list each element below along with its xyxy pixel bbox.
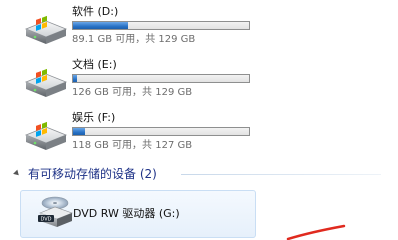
dvd-drive-g[interactable]: DVD DVD RW 驱动器 (G:) bbox=[20, 190, 256, 238]
capacity-bar-fill bbox=[73, 75, 77, 82]
dvd-drive-icon: DVD bbox=[38, 196, 73, 227]
drive-stats: 89.1 GB 可用，共 129 GB bbox=[72, 34, 196, 45]
drive-name: 文档 (E:) bbox=[72, 58, 117, 71]
capacity-bar bbox=[72, 74, 250, 83]
capacity-bar-fill bbox=[73, 22, 128, 29]
collapse-arrow-icon[interactable] bbox=[13, 169, 21, 178]
capacity-bar-fill bbox=[73, 128, 86, 135]
group-title: 有可移动存储的设备 (2) bbox=[28, 167, 157, 181]
drive-e[interactable]: 文档 (E:) 126 GB 可用，共 129 GB bbox=[0, 58, 398, 108]
hard-drive-icon bbox=[24, 15, 68, 44]
drive-name: DVD RW 驱动器 (G:) bbox=[73, 207, 180, 220]
capacity-bar bbox=[72, 21, 250, 30]
red-annotation-stroke bbox=[286, 224, 346, 240]
hard-drive-icon bbox=[24, 68, 68, 97]
drive-stats: 118 GB 可用，共 127 GB bbox=[72, 140, 193, 151]
removable-storage-group-header[interactable]: 有可移动存储的设备 (2) bbox=[0, 165, 398, 185]
drive-name: 软件 (D:) bbox=[72, 5, 119, 18]
drive-f[interactable]: 娱乐 (F:) 118 GB 可用，共 127 GB bbox=[0, 111, 398, 161]
drive-name: 娱乐 (F:) bbox=[72, 111, 116, 124]
drive-d[interactable]: 软件 (D:) 89.1 GB 可用，共 129 GB bbox=[0, 5, 398, 55]
dvd-badge: DVD bbox=[40, 217, 51, 223]
hard-drive-icon bbox=[24, 121, 68, 150]
group-divider bbox=[181, 174, 381, 175]
drive-stats: 126 GB 可用，共 129 GB bbox=[72, 87, 193, 98]
capacity-bar bbox=[72, 127, 250, 136]
